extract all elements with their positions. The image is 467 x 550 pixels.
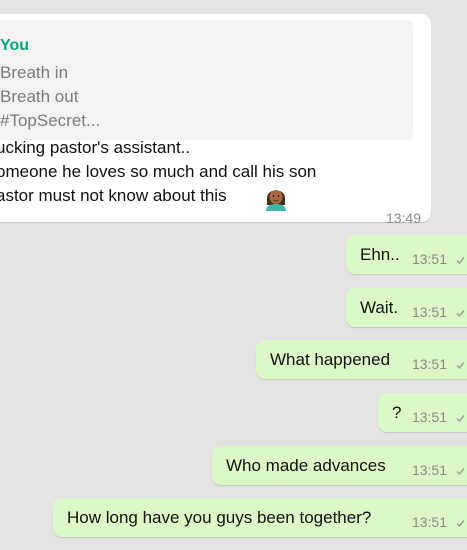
message-text: ? — [392, 403, 402, 422]
sent-check-icon — [456, 468, 465, 476]
message-text: What happened — [270, 350, 391, 369]
quoted-message[interactable]: You Breath in Breath out #TopSecret... — [0, 20, 413, 140]
quote-line: Breath out — [0, 87, 79, 106]
message-timestamp: 13:51 — [411, 304, 447, 320]
outgoing-message-bubble[interactable]: How long have you guys been together? 13… — [53, 498, 467, 537]
message-timestamp: 13:51 — [411, 356, 447, 372]
message-line: omeone he loves so much and call his son — [0, 162, 317, 181]
outgoing-message-bubble[interactable]: What happened 13:51 — [256, 340, 467, 379]
sent-check-icon — [456, 257, 465, 265]
sent-check-icon — [456, 362, 465, 370]
message-timestamp: 13:51 — [411, 251, 447, 267]
message-timestamp: 13:51 — [411, 514, 447, 530]
woman-emoji-icon — [266, 190, 286, 211]
message-line: ucking pastor's assistant.. — [0, 138, 191, 157]
sent-check-icon — [456, 415, 465, 423]
message-line: astor must not know about this — [0, 186, 227, 205]
message-timestamp: 13:51 — [411, 462, 447, 478]
message-timestamp: 13:49 — [385, 210, 421, 226]
message-timestamp: 13:51 — [411, 409, 447, 425]
outgoing-message-bubble[interactable]: ? 13:51 — [378, 393, 467, 432]
message-text: How long have you guys been together? — [67, 508, 372, 527]
quote-line: Breath in — [0, 63, 69, 82]
message-text: Wait. — [360, 298, 399, 317]
outgoing-message-bubble[interactable]: Ehn.. 13:51 — [346, 235, 467, 274]
incoming-message-bubble[interactable]: You Breath in Breath out #TopSecret... u… — [0, 14, 431, 226]
outgoing-message-bubble[interactable]: Wait. 13:51 — [346, 288, 467, 327]
sent-check-icon — [456, 520, 465, 528]
quote-sender: You — [0, 37, 30, 54]
outgoing-message-bubble[interactable]: Who made advances 13:51 — [212, 446, 467, 485]
sent-check-icon — [456, 310, 465, 318]
message-text: Ehn.. — [360, 245, 400, 264]
quote-line: #TopSecret... — [0, 111, 101, 130]
message-text: Who made advances — [226, 456, 386, 475]
